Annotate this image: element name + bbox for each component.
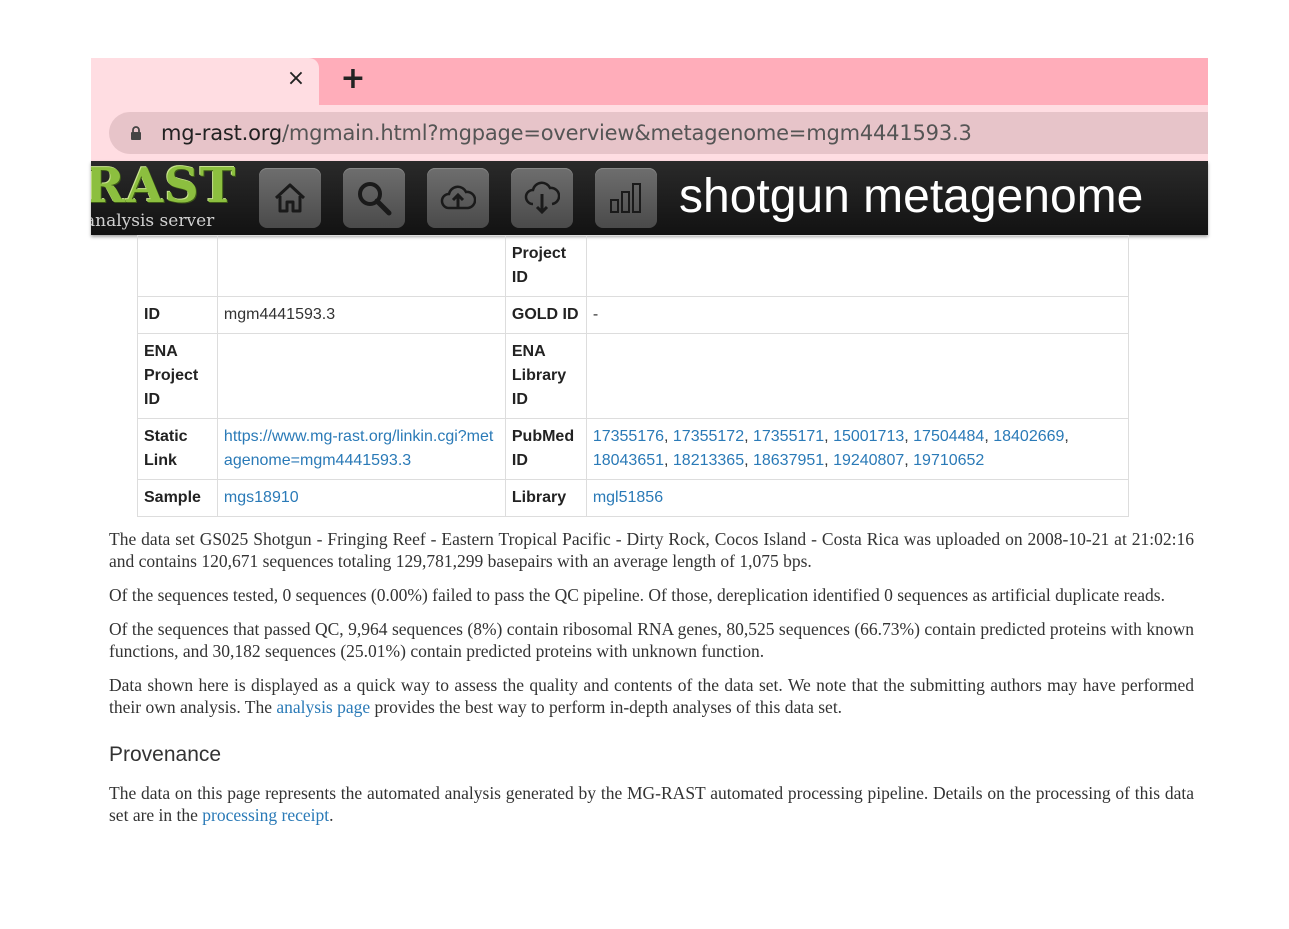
pubmed-link[interactable]: 18402669 [993, 428, 1064, 445]
pubmed-link[interactable]: 17355171 [753, 428, 824, 445]
pubmed-link[interactable]: 18637951 [753, 452, 824, 469]
search-button[interactable] [343, 168, 405, 228]
new-tab-button[interactable]: + [339, 64, 367, 94]
dataset-summary: The data set GS025 Shotgun - Fringing Re… [109, 529, 1194, 571]
home-icon [274, 183, 306, 213]
table-key: GOLD ID [504, 296, 587, 334]
url-text[interactable]: mg-rast.org/mgmain.html?mgpage=overview&… [161, 121, 972, 145]
qc-summary: Of the sequences tested, 0 sequences (0.… [109, 585, 1165, 605]
separator: , [824, 452, 834, 469]
active-tab[interactable]: × [91, 58, 319, 105]
pubmed-link[interactable]: 17504484 [913, 428, 984, 445]
analysis-note: Data shown here is displayed as a quick … [109, 674, 1194, 718]
download-button[interactable] [511, 168, 573, 228]
close-icon[interactable]: × [284, 67, 308, 91]
table-value [585, 235, 1130, 297]
address-bar[interactable]: mg-rast.org/mgmain.html?mgpage=overview&… [109, 112, 1208, 154]
logo-text: RAST [91, 161, 237, 214]
pubmed-link[interactable]: 15001713 [833, 428, 904, 445]
table-value [216, 333, 506, 419]
upload-button[interactable] [427, 168, 489, 228]
metagenome-id: mgm4441593.3 [216, 296, 506, 334]
provenance-heading: Provenance [109, 743, 222, 766]
provenance-text: The data on this page represents the aut… [109, 782, 1194, 826]
separator: , [904, 452, 914, 469]
annotation-summary: Of the sequences that passed QC, 9,964 s… [109, 619, 1194, 661]
analysis-page-link[interactable]: analysis page [276, 697, 370, 717]
table-row: ID mgm4441593.3 GOLD ID - [137, 296, 1130, 334]
library-link[interactable]: mgl51856 [593, 489, 663, 506]
pubmed-link[interactable]: 17355172 [673, 428, 744, 445]
table-row: Sample mgs18910 Library mgl51856 [137, 479, 1130, 517]
table-value [216, 235, 506, 297]
pubmed-link[interactable]: 19710652 [913, 452, 984, 469]
processing-receipt-link[interactable]: processing receipt [202, 805, 329, 825]
page-title: shotgun metagenome [679, 170, 1144, 223]
pubmed-link[interactable]: 18043651 [593, 452, 664, 469]
static-link[interactable]: https://www.mg-rast.org/linkin.cgi?metag… [224, 428, 493, 469]
search-icon [358, 182, 392, 216]
browser-toolbar: mg-rast.org/mgmain.html?mgpage=overview&… [91, 105, 1208, 161]
upload-icon [440, 185, 476, 210]
table-key: Static Link [137, 418, 218, 480]
separator: , [744, 428, 753, 445]
table-key: ENA Library ID [504, 333, 587, 419]
analysis-note-text: provides the best way to perform in-dept… [370, 697, 843, 717]
app-header: RAST analysis server shotgun metagenome [91, 161, 1208, 235]
table-key: PubMed ID [504, 418, 587, 480]
home-button[interactable] [259, 168, 321, 228]
separator: , [744, 452, 753, 469]
logo-subtext: analysis server [91, 211, 215, 231]
table-key: ID [137, 296, 218, 334]
pubmed-list: 17355176, 17355172, 17355171, 15001713, … [585, 418, 1130, 480]
table-value [585, 333, 1130, 419]
table-row: ENA Project ID ENA Library ID [137, 333, 1130, 419]
table-key: Project ID [504, 235, 587, 297]
url-host: mg-rast.org [161, 121, 282, 145]
separator: , [1064, 428, 1069, 445]
analysis-button[interactable] [595, 168, 657, 228]
table-row: Project ID [137, 235, 1130, 297]
tab-strip: × + [91, 58, 1208, 105]
table-key: ENA Project ID [137, 333, 218, 419]
table-value: mgl51856 [585, 479, 1130, 517]
separator: , [824, 428, 834, 445]
mg-rast-logo[interactable]: RAST analysis server [91, 161, 237, 235]
gold-id: - [585, 296, 1130, 334]
table-value: mgs18910 [216, 479, 506, 517]
lock-icon[interactable] [129, 126, 143, 140]
pubmed-link[interactable]: 19240807 [833, 452, 904, 469]
separator: , [904, 428, 914, 445]
separator: , [984, 428, 994, 445]
provenance-text-part: . [329, 805, 334, 825]
download-icon [524, 181, 560, 215]
table-key: Sample [137, 479, 218, 517]
separator: , [664, 428, 673, 445]
table-key [137, 235, 218, 297]
metadata-table: Project ID ID mgm4441593.3 GOLD ID - ENA… [137, 235, 1130, 517]
url-path: /mgmain.html?mgpage=overview&metagenome=… [281, 121, 972, 145]
table-key: Library [504, 479, 587, 517]
separator: , [664, 452, 673, 469]
table-value: https://www.mg-rast.org/linkin.cgi?metag… [216, 418, 506, 480]
sample-link[interactable]: mgs18910 [224, 489, 299, 506]
bar-chart-icon [610, 183, 641, 213]
pubmed-link[interactable]: 17355176 [593, 428, 664, 445]
overview-content: The data set GS025 Shotgun - Fringing Re… [109, 528, 1194, 838]
pubmed-link[interactable]: 18213365 [673, 452, 744, 469]
table-row: Static Link https://www.mg-rast.org/link… [137, 418, 1130, 480]
